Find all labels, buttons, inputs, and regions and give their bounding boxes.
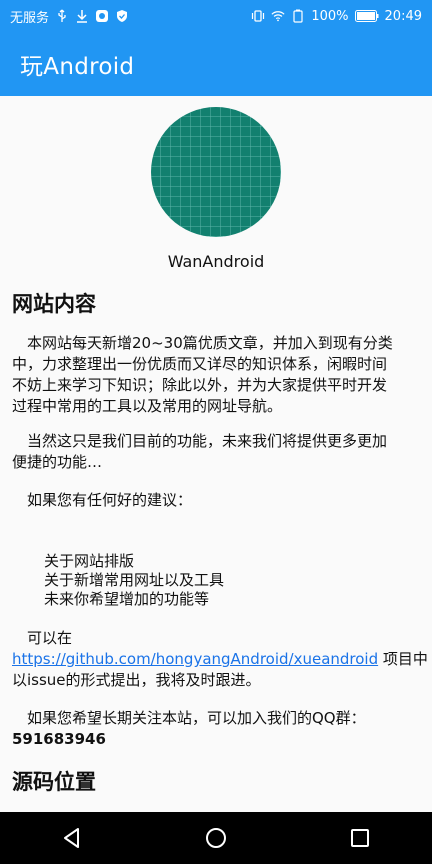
- future-line: 当然这只是我们目前的功能，未来我们将提供更多更加: [12, 432, 388, 450]
- suggestion-item: 关于新增常用网址以及工具: [44, 571, 225, 589]
- vibrate-icon: [251, 9, 265, 23]
- shield-icon: [115, 9, 129, 23]
- battery-saver-icon: [291, 9, 305, 23]
- issue-line: 以issue的形式提出，我将及时跟进。: [12, 671, 261, 689]
- recents-icon: [351, 829, 369, 847]
- status-right: 100% 20:49: [251, 9, 422, 24]
- intro-line: 中，力求整理出一份优质而又详尽的知识体系，闲暇时间: [12, 355, 388, 373]
- suggestion-item: 未来你希望增加的功能等: [44, 590, 210, 608]
- home-icon: [206, 828, 226, 848]
- status-left: 无服务: [10, 7, 129, 26]
- github-link[interactable]: https://github.com/hongyangAndroid/xuean…: [12, 650, 378, 668]
- app-bar: 玩Android: [0, 32, 432, 96]
- qq-text: 如果您希望长期关注本站，可以加入我们的QQ群：: [12, 709, 366, 727]
- back-icon: [64, 828, 79, 848]
- carrier-text: 无服务: [10, 10, 50, 26]
- github-line: https://github.com/hongyangAndroid/xuean…: [12, 649, 432, 670]
- battery-percent: 100%: [311, 8, 349, 24]
- status-bar: 无服务 100% 20:49: [0, 0, 432, 32]
- section-title-content: 网站内容: [12, 292, 96, 316]
- section-title-source: 源码位置: [12, 770, 96, 794]
- battery-icon: [354, 9, 379, 23]
- usb-icon: [55, 9, 69, 23]
- intro-paragraph: 本网站每天新增20~30篇优质文章，并加入到现有分类 中，力求整理出一份优质而又…: [12, 333, 432, 417]
- home-button[interactable]: [196, 818, 236, 858]
- app-title: 玩Android: [20, 54, 135, 80]
- intro-line: 本网站每天新增20~30篇优质文章，并加入到现有分类: [12, 334, 393, 352]
- app-notification-icon: [95, 9, 109, 23]
- grid-globe-logo-icon: [150, 106, 282, 238]
- github-paragraph: 可以在 https://github.com/hongyangAndroid/x…: [12, 628, 432, 691]
- download-icon: [75, 9, 89, 23]
- intro-line: 过程中常用的工具以及常用的网址导航。: [12, 397, 283, 415]
- future-paragraph: 当然这只是我们目前的功能，未来我们将提供更多更加 便捷的功能…: [12, 431, 432, 473]
- recents-button[interactable]: [340, 818, 380, 858]
- suggestion-item: 关于网站排版: [44, 552, 135, 570]
- github-lead: 可以在: [12, 629, 73, 647]
- github-tail: 项目中: [378, 650, 428, 668]
- site-name: WanAndroid: [167, 252, 265, 271]
- navigation-bar: [0, 812, 432, 864]
- qq-group-number: 591683946: [12, 730, 106, 748]
- wifi-icon: [271, 9, 285, 23]
- back-button[interactable]: [52, 818, 92, 858]
- qq-paragraph: 如果您希望长期关注本站，可以加入我们的QQ群： 591683946: [12, 708, 432, 750]
- intro-line: 不妨上来学习下知识；除此以外，并为大家提供平时开发: [12, 376, 388, 394]
- suggestion-paragraph: 如果您有任何好的建议：: [12, 491, 193, 509]
- future-line: 便捷的功能…: [12, 453, 103, 471]
- clock-time: 20:49: [384, 8, 422, 24]
- about-content[interactable]: WanAndroid 网站内容 本网站每天新增20~30篇优质文章，并加入到现有…: [0, 96, 432, 812]
